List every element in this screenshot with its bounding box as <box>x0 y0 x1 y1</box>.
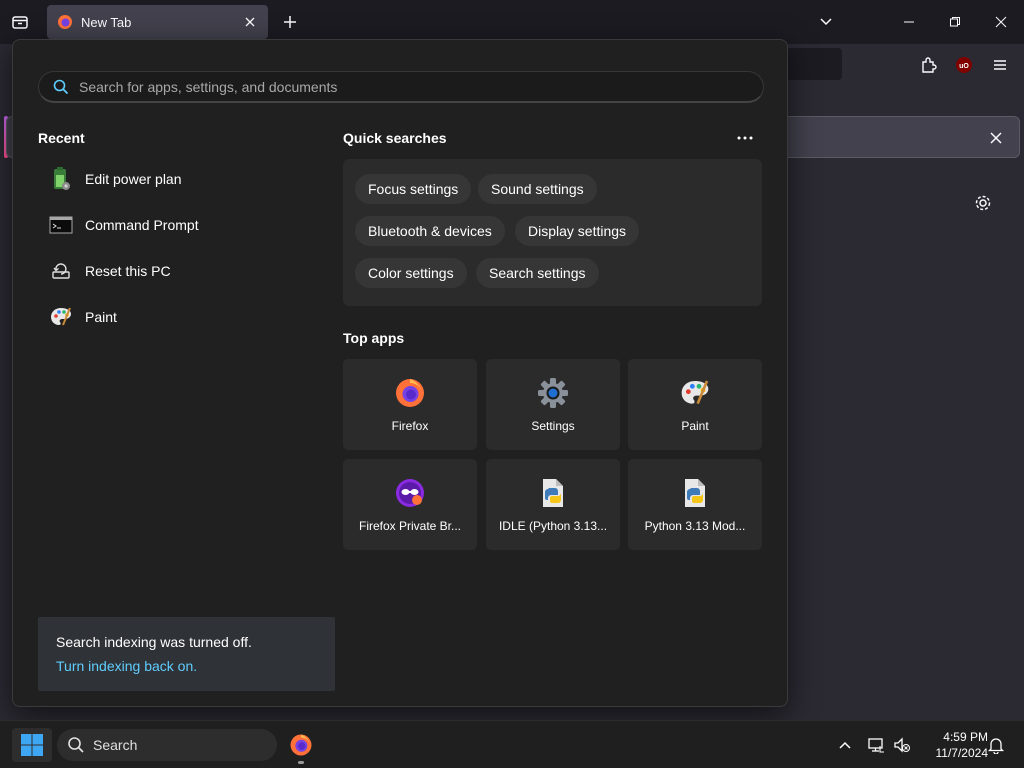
top-apps-title: Top apps <box>343 330 405 346</box>
clock[interactable]: 4:59 PM 11/7/2024 <box>918 729 989 761</box>
ublock-icon: uO <box>956 57 972 73</box>
network-button[interactable] <box>866 735 886 755</box>
app-tile-label: Python 3.13 Mod... <box>644 519 746 533</box>
taskbar-search-label: Search <box>93 737 138 753</box>
recent-item-paint[interactable]: Paint <box>45 297 305 337</box>
more-horizontal-icon <box>737 136 753 140</box>
ublock-button[interactable]: uO <box>953 54 975 76</box>
chip-search-settings[interactable]: Search settings <box>476 258 599 288</box>
recent-item-label: Command Prompt <box>85 217 199 233</box>
tab-title: New Tab <box>81 14 132 30</box>
start-search-box[interactable] <box>38 71 764 103</box>
minimize-icon <box>904 21 914 23</box>
recent-item-label: Edit power plan <box>85 171 182 187</box>
top-app-python-module-docs[interactable]: Python 3.13 Mod... <box>628 459 762 550</box>
close-window-button[interactable] <box>991 12 1011 32</box>
plus-icon <box>284 16 296 28</box>
top-app-settings[interactable]: Settings <box>486 359 620 450</box>
new-tab-button[interactable] <box>280 12 300 32</box>
quick-searches-title: Quick searches <box>343 130 447 146</box>
restore-icon <box>950 17 960 27</box>
browser-tab-bar: New Tab <box>0 0 1024 44</box>
chip-color-settings[interactable]: Color settings <box>355 258 467 288</box>
firefox-private-icon <box>393 476 427 510</box>
close-icon <box>990 132 1002 144</box>
notifications-button[interactable] <box>986 735 1006 755</box>
chevron-up-icon <box>839 741 851 749</box>
hamburger-menu-icon <box>994 60 1006 70</box>
gear-icon <box>536 376 570 410</box>
firefox-icon <box>393 376 427 410</box>
recent-item-reset-this-pc[interactable]: Reset this PC <box>45 251 305 291</box>
recent-item-command-prompt[interactable]: Command Prompt <box>45 205 305 245</box>
clock-date: 11/7/2024 <box>935 746 989 760</box>
chip-display-settings[interactable]: Display settings <box>515 216 640 246</box>
show-hidden-icons-button[interactable] <box>835 735 855 755</box>
notification-close-button[interactable] <box>987 129 1005 147</box>
python-file-icon <box>678 476 712 510</box>
app-tile-label: IDLE (Python 3.13... <box>498 519 608 533</box>
recent-item-label: Reset this PC <box>85 263 171 279</box>
svg-text:uO: uO <box>959 63 969 70</box>
palette-icon <box>678 376 712 410</box>
palette-icon <box>47 303 75 331</box>
top-app-firefox[interactable]: Firefox <box>343 359 477 450</box>
terminal-icon <box>47 211 75 239</box>
reset-pc-icon <box>47 257 75 285</box>
recent-item-label: Paint <box>85 309 117 325</box>
restore-button[interactable] <box>945 12 965 32</box>
indexing-notice-message: Search indexing was turned off. <box>56 634 252 650</box>
firefox-icon <box>58 15 72 29</box>
taskbar: Search 4:59 PM 11/7/2024 <box>0 720 1024 768</box>
quick-searches-box: Focus settings Sound settings Bluetooth … <box>343 159 762 306</box>
chip-sound-settings[interactable]: Sound settings <box>478 174 597 204</box>
minimize-button[interactable] <box>899 12 919 32</box>
customize-new-tab-button[interactable] <box>972 192 994 214</box>
browser-tab[interactable]: New Tab <box>47 5 268 39</box>
start-search-panel: Recent Edit power plan Command Prompt Re… <box>12 39 788 707</box>
puzzle-icon <box>922 57 937 73</box>
tab-list-button[interactable] <box>8 10 32 34</box>
battery-settings-icon <box>47 165 75 193</box>
search-icon <box>53 79 69 94</box>
turn-indexing-on-link[interactable]: Turn indexing back on. <box>56 658 317 674</box>
search-icon <box>68 737 84 753</box>
taskbar-app-firefox[interactable] <box>285 729 317 761</box>
tab-close-button[interactable] <box>242 14 258 30</box>
app-menu-button[interactable] <box>989 54 1011 76</box>
windows-logo-icon <box>21 734 43 756</box>
app-tile-label: Settings <box>531 419 575 433</box>
python-file-icon <box>536 476 570 510</box>
more-options-button[interactable] <box>731 128 759 148</box>
chevron-down-icon <box>820 18 832 26</box>
start-button[interactable] <box>12 728 52 762</box>
network-monitor-icon <box>868 738 884 753</box>
clock-time: 4:59 PM <box>943 730 988 744</box>
bell-icon <box>987 738 1005 754</box>
chip-bluetooth-devices[interactable]: Bluetooth & devices <box>355 216 505 246</box>
close-icon <box>995 16 1007 28</box>
list-all-tabs-button[interactable] <box>816 12 836 32</box>
app-tile-label: Firefox <box>391 419 429 433</box>
start-search-input[interactable] <box>79 78 763 95</box>
chip-focus-settings[interactable]: Focus settings <box>355 174 472 204</box>
indexing-notice: Search indexing was turned off. Turn ind… <box>38 617 335 691</box>
volume-button[interactable] <box>892 735 912 755</box>
gear-icon <box>975 195 991 211</box>
url-bar[interactable] <box>786 48 842 80</box>
top-app-paint[interactable]: Paint <box>628 359 762 450</box>
app-tile-label: Paint <box>681 419 709 433</box>
top-app-idle-python[interactable]: IDLE (Python 3.13... <box>486 459 620 550</box>
recent-item-edit-power-plan[interactable]: Edit power plan <box>45 159 305 199</box>
firefox-icon <box>290 734 312 756</box>
extensions-button[interactable] <box>918 54 940 76</box>
app-tile-label: Firefox Private Br... <box>358 519 462 533</box>
taskbar-search[interactable]: Search <box>57 729 277 761</box>
speaker-muted-icon <box>894 737 910 753</box>
close-icon <box>245 17 255 27</box>
top-app-firefox-private[interactable]: Firefox Private Br... <box>343 459 477 550</box>
recent-title: Recent <box>38 130 85 146</box>
running-app-indicator <box>298 761 304 764</box>
tab-list-icon <box>12 16 28 29</box>
